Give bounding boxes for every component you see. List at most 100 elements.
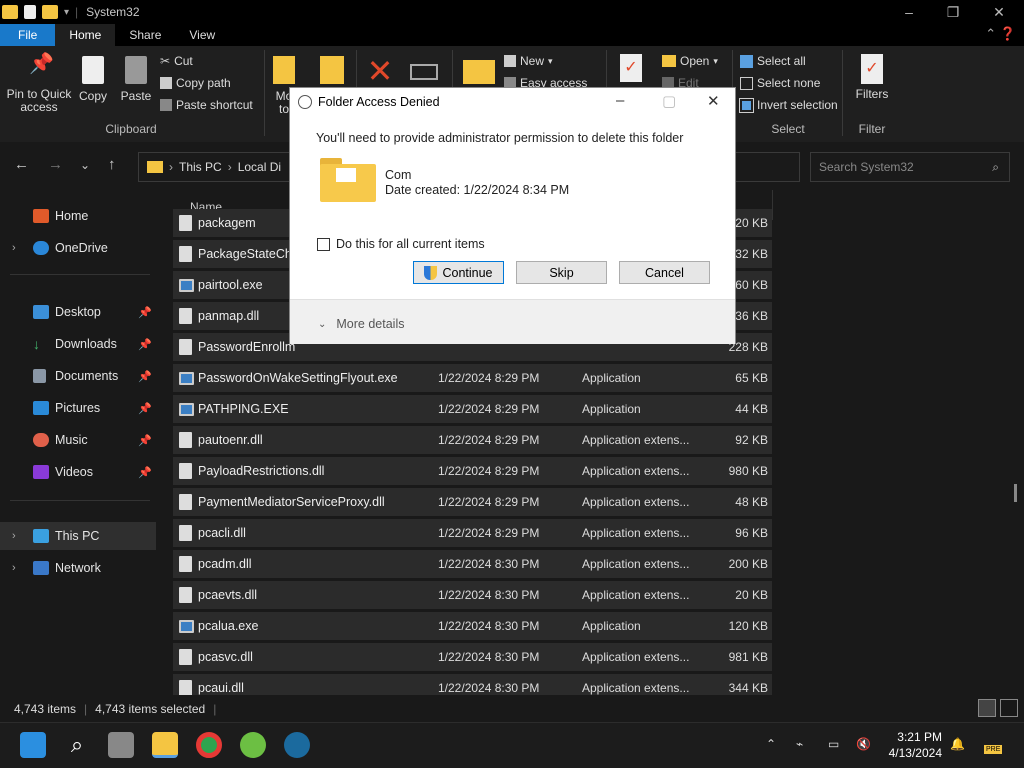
task-view-icon[interactable] <box>108 732 134 758</box>
maximize-button[interactable]: ❐ <box>930 0 976 24</box>
table-row[interactable]: pcasvc.dll 1/22/2024 8:30 PM Application e… <box>173 643 772 671</box>
paste-button[interactable]: Paste <box>118 56 154 103</box>
breadcrumb-local-disk[interactable]: Local Di <box>238 160 281 174</box>
sidebar-divider <box>10 500 150 501</box>
tab-home[interactable]: Home <box>55 24 116 46</box>
minimize-button[interactable]: – <box>886 0 932 24</box>
clock[interactable]: 3:21 PM 4/13/2024 <box>880 729 942 761</box>
invert-selection-button[interactable]: Invert selection <box>739 97 838 113</box>
utorrent-icon[interactable] <box>240 732 266 758</box>
tab-file[interactable]: File <box>0 24 56 46</box>
display-icon[interactable]: ▭ <box>828 737 839 751</box>
cancel-button[interactable]: Cancel <box>619 261 710 284</box>
properties-icon[interactable] <box>24 5 36 19</box>
notification-bell-icon[interactable]: 🔔 <box>950 737 965 751</box>
table-row[interactable]: pautoenr.dll 1/22/2024 8:29 PM Application… <box>173 426 772 454</box>
file-icon <box>179 246 192 262</box>
pin-icon[interactable]: 📌 <box>138 402 152 415</box>
tab-share[interactable]: Share <box>115 24 175 46</box>
pin-icon[interactable]: 📌 <box>138 338 152 351</box>
rename-button[interactable] <box>408 56 440 80</box>
table-row[interactable]: pcalua.exe 1/22/2024 8:30 PM Application 12… <box>173 612 772 640</box>
windows-start-icon[interactable] <box>20 732 46 758</box>
file-name: pcaui.dll <box>198 681 244 695</box>
network-status-icon[interactable]: ⌁ <box>796 737 803 751</box>
table-row[interactable]: pcaevts.dll 1/22/2024 8:30 PM Application … <box>173 581 772 609</box>
steam-icon[interactable] <box>284 732 310 758</box>
pin-icon[interactable]: 📌 <box>138 466 152 479</box>
more-details-toggle[interactable]: ⌄ More details <box>318 317 404 331</box>
delete-button[interactable]: ✕ <box>364 55 396 87</box>
chevron-down-icon[interactable]: ▾ <box>64 7 69 18</box>
copy-button[interactable]: Copy <box>76 56 110 103</box>
table-row[interactable]: PATHPING.EXE 1/22/2024 8:29 PM Application… <box>173 395 772 423</box>
table-row[interactable]: pcaui.dll 1/22/2024 8:30 PM Application ex… <box>173 674 772 695</box>
close-button[interactable]: ✕ <box>707 92 720 110</box>
close-button[interactable]: ✕ <box>976 0 1022 24</box>
pin-icon[interactable]: 📌 <box>138 434 152 447</box>
table-row[interactable]: pcadm.dll 1/22/2024 8:30 PM Application ex… <box>173 550 772 578</box>
cut-button[interactable]: ✂ Cut <box>160 54 193 68</box>
pin-icon[interactable]: 📌 <box>138 370 152 383</box>
table-row[interactable]: PaymentMediatorServiceProxy.dll 1/22/2024… <box>173 488 772 516</box>
open-button[interactable]: Open ▾ <box>662 54 718 68</box>
search-icon[interactable]: ⌕ <box>64 732 90 758</box>
checkbox-label: Do this for all current items <box>336 237 485 251</box>
scrollbar-thumb[interactable] <box>1014 484 1017 502</box>
details-view-button[interactable] <box>978 699 996 717</box>
select-all-button[interactable]: Select all <box>740 54 806 68</box>
checkbox-box[interactable] <box>317 237 330 251</box>
new-folder-icon <box>463 60 495 84</box>
chevron-right-icon[interactable]: › <box>12 562 16 574</box>
chevron-up-icon[interactable]: ⌃ <box>766 737 776 751</box>
file-name: pcacli.dll <box>198 526 246 540</box>
file-explorer-icon[interactable] <box>152 732 178 758</box>
file-date-modified: 1/22/2024 8:30 PM <box>438 619 540 633</box>
breadcrumb-this-pc[interactable]: This PC <box>179 160 222 174</box>
new-folder-icon[interactable] <box>42 5 58 19</box>
tab-view[interactable]: View <box>175 24 229 46</box>
back-arrow-icon[interactable]: ← <box>14 156 29 173</box>
continue-button[interactable]: Continue <box>413 261 504 284</box>
pin-icon[interactable]: 📌 <box>138 306 152 319</box>
cut-label: Cut <box>174 54 193 68</box>
chevron-right-icon[interactable]: › <box>12 530 16 542</box>
new-folder-button[interactable] <box>462 56 496 84</box>
table-row[interactable]: pcacli.dll 1/22/2024 8:29 PM Application e… <box>173 519 772 547</box>
table-row[interactable]: PasswordOnWakeSettingFlyout.exe 1/22/2024… <box>173 364 772 392</box>
help-icon[interactable]: ⌃ ❓ <box>985 26 1016 42</box>
copy-path-button[interactable]: Copy path <box>160 76 231 90</box>
sidebar-item-pictures[interactable]: Pictures 📌 <box>0 394 156 422</box>
pin-to-quick-access-button[interactable]: 📌 Pin to Quick access <box>6 54 72 114</box>
minimize-button[interactable]: – <box>616 92 624 109</box>
select-none-button[interactable]: Select none <box>740 76 820 90</box>
sidebar-item-this-pc[interactable]: › This PC <box>0 522 156 550</box>
search-input[interactable]: Search System32 ⌕ <box>810 152 1010 182</box>
table-row[interactable]: PayloadRestrictions.dll 1/22/2024 8:29 PM… <box>173 457 772 485</box>
filters-button[interactable]: ✓ Filters <box>852 54 892 101</box>
sidebar-item-music[interactable]: Music 📌 <box>0 426 156 454</box>
chevron-right-icon[interactable]: › <box>12 242 16 254</box>
recent-locations-chevron-icon[interactable]: ⌄ <box>80 158 90 172</box>
copy-to-button[interactable] <box>318 56 346 84</box>
invert-selection-label: Invert selection <box>757 98 838 112</box>
properties-button[interactable]: ✓ <box>616 54 646 82</box>
sidebar-item-downloads[interactable]: ↓ Downloads 📌 <box>0 330 156 358</box>
folder-icon <box>147 161 163 173</box>
sidebar-item-network[interactable]: › Network <box>0 554 156 582</box>
do-this-for-all-checkbox[interactable]: Do this for all current items <box>317 237 485 251</box>
speaker-muted-icon[interactable]: 🔇 <box>856 737 871 751</box>
skip-label: Skip <box>549 265 574 280</box>
forward-arrow-icon[interactable]: → <box>48 156 63 173</box>
new-item-button[interactable]: New ▾ <box>504 54 553 68</box>
sidebar-item-onedrive[interactable]: › OneDrive <box>0 234 156 262</box>
up-arrow-icon[interactable]: ↑ <box>108 156 116 173</box>
sidebar-item-home[interactable]: Home <box>0 202 156 230</box>
sidebar-item-desktop[interactable]: Desktop 📌 <box>0 298 156 326</box>
skip-button[interactable]: Skip <box>516 261 607 284</box>
tiles-view-button[interactable] <box>1000 699 1018 717</box>
paste-shortcut-button[interactable]: Paste shortcut <box>160 98 253 112</box>
chrome-icon[interactable] <box>196 732 222 758</box>
sidebar-item-videos[interactable]: Videos 📌 <box>0 458 156 486</box>
sidebar-item-documents[interactable]: Documents 📌 <box>0 362 156 390</box>
